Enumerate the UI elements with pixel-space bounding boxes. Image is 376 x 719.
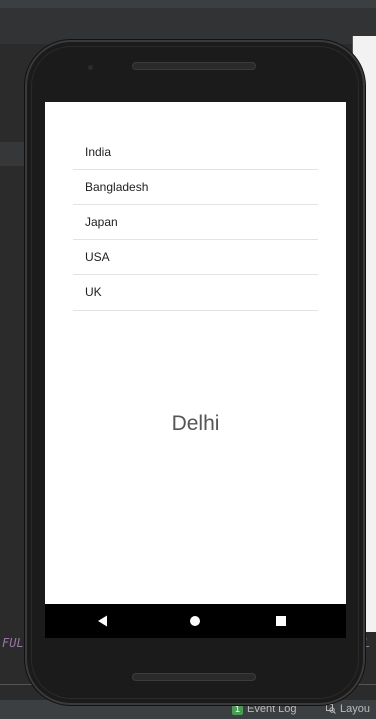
bottom-speaker	[132, 673, 256, 681]
layout-inspector-icon	[326, 704, 336, 714]
ide-top-bar	[0, 0, 376, 8]
recents-icon	[276, 616, 286, 626]
list-item-bangladesh[interactable]: Bangladesh	[73, 170, 318, 205]
list-item-usa[interactable]: USA	[73, 240, 318, 275]
phone-frame: India Bangladesh Japan USA UK Delhi	[25, 40, 365, 705]
capital-display: Delhi	[171, 412, 220, 435]
home-icon	[190, 616, 200, 626]
back-button[interactable]	[83, 604, 123, 638]
event-log-badge: 1	[232, 703, 243, 715]
ide-window: FULL FL 1 Event Log Layou India Banglade…	[0, 0, 376, 719]
home-button[interactable]	[175, 604, 215, 638]
ide-editor-header	[0, 8, 376, 44]
earpiece-speaker	[132, 62, 256, 70]
list-item-india[interactable]: India	[73, 135, 318, 170]
phone-screen: India Bangladesh Japan USA UK Delhi	[45, 102, 346, 638]
country-list: India Bangladesh Japan USA UK	[73, 135, 318, 311]
list-item-uk[interactable]: UK	[73, 275, 318, 311]
layout-inspector-label: Layou	[340, 703, 370, 715]
list-item-japan[interactable]: Japan	[73, 205, 318, 240]
recents-button[interactable]	[261, 604, 301, 638]
front-camera	[88, 65, 93, 70]
navigation-bar	[45, 604, 346, 638]
back-icon	[98, 615, 107, 627]
layout-inspector-button[interactable]: Layou	[326, 703, 370, 715]
